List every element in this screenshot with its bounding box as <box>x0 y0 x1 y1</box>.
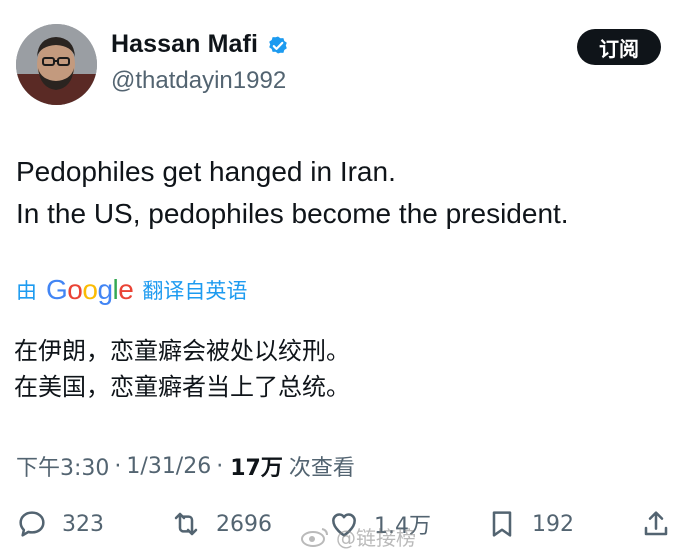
share-button[interactable] <box>640 508 672 540</box>
translation-attribution[interactable]: 由 Google 翻译自英语 <box>16 274 247 306</box>
author-handle[interactable]: @thatdayin1992 <box>111 67 286 95</box>
verified-badge-icon <box>269 36 287 53</box>
person-avatar-icon <box>16 24 97 105</box>
share-icon <box>644 511 668 536</box>
like-count: 1.4万 <box>374 514 431 539</box>
translation-prefix: 由 <box>16 279 37 303</box>
repost-count: 2696 <box>216 511 272 537</box>
tweet-line: Pedophiles get hanged in Iran. <box>16 156 396 187</box>
like-button[interactable]: 1.4万 <box>328 508 431 540</box>
translated-line: 在伊朗，恋童癖会被处以绞刑。 <box>14 337 350 365</box>
view-count[interactable]: 17万 <box>230 450 283 482</box>
author-display-name[interactable]: Hassan Mafi <box>111 30 258 59</box>
bookmark-icon <box>492 511 512 537</box>
repost-icon <box>174 512 198 536</box>
google-logo: Google <box>46 274 134 305</box>
tweet-time[interactable]: 下午3:30 <box>16 450 109 482</box>
meta-separator: · <box>114 453 122 479</box>
views-label: 次查看 <box>288 456 355 481</box>
translation-suffix: 翻译自英语 <box>142 279 248 303</box>
reply-button[interactable]: 323 <box>16 508 104 540</box>
bookmark-button[interactable]: 192 <box>486 508 574 540</box>
subscribe-button[interactable]: 订阅 <box>577 29 661 65</box>
heart-icon <box>332 513 356 537</box>
tweet-meta: 下午3:30 · 1/31/26 · 17万 次查看 <box>16 450 355 482</box>
action-bar: 323 2696 1.4万 192 <box>0 508 690 548</box>
reply-icon <box>19 511 45 537</box>
meta-separator: · <box>216 453 224 479</box>
translated-line: 在美国，恋童癖者当上了总统。 <box>14 373 350 401</box>
tweet-date[interactable]: 1/31/26 <box>126 454 211 479</box>
tweet-line: In the US, pedophiles become the preside… <box>16 198 569 229</box>
translated-text: 在伊朗，恋童癖会被处以绞刑。 在美国，恋童癖者当上了总统。 <box>14 333 350 405</box>
avatar[interactable] <box>16 24 97 105</box>
repost-button[interactable]: 2696 <box>170 508 272 540</box>
bookmark-count: 192 <box>532 511 574 537</box>
tweet-text: Pedophiles get hanged in Iran. In the US… <box>16 151 569 235</box>
reply-count: 323 <box>62 511 104 537</box>
author-name-row[interactable]: Hassan Mafi <box>111 30 290 59</box>
